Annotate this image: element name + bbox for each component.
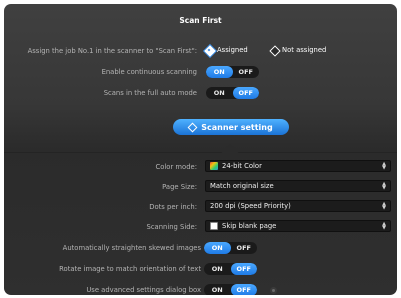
toggle-on[interactable]: ON	[204, 284, 231, 295]
straighten-toggle[interactable]: ON OFF	[204, 242, 257, 254]
select-arrows-icon: ▲ ▼	[382, 201, 386, 211]
page-size-label: Page Size:	[162, 183, 197, 191]
select-arrows-icon: ▲ ▼	[382, 221, 386, 231]
toggle-off[interactable]: OFF	[230, 263, 257, 275]
page-size-select[interactable]: Match original size ▲ ▼	[205, 180, 391, 192]
advanced-toggle[interactable]: ON OFF	[204, 284, 257, 295]
color-palette-icon	[210, 162, 218, 170]
toggle-off[interactable]: OFF	[230, 284, 257, 295]
not-assigned-radio[interactable]: Not assigned	[269, 45, 326, 54]
toggle-on[interactable]: ON	[206, 66, 233, 78]
section-divider	[4, 152, 397, 153]
toggle-on[interactable]: ON	[206, 87, 233, 99]
advanced-label: Use advanced settings dialog box	[86, 286, 201, 294]
toggle-off[interactable]: OFF	[231, 242, 258, 254]
radio-selected-icon	[204, 45, 213, 54]
scan-first-panel: Scan First Assign the job No.1 in the sc…	[4, 4, 397, 295]
dpi-label: Dots per inch:	[149, 203, 197, 211]
scanner-setting-label: Scanner setting	[201, 122, 273, 132]
toggle-off[interactable]: OFF	[232, 87, 259, 99]
dpi-value: 200 dpi (Speed Priority)	[210, 202, 291, 210]
dpi-select[interactable]: 200 dpi (Speed Priority) ▲ ▼	[205, 200, 391, 212]
select-arrows-icon: ▲ ▼	[382, 181, 386, 191]
not-assigned-label: Not assigned	[282, 45, 327, 54]
full-auto-label: Scans in the full auto mode	[103, 89, 197, 97]
color-mode-value: 24-bit Color	[222, 162, 262, 170]
diamond-icon	[187, 122, 198, 132]
continuous-label: Enable continuous scanning	[101, 68, 197, 76]
color-mode-label: Color mode:	[155, 163, 197, 171]
rotate-label: Rotate image to match orientation of tex…	[59, 265, 201, 273]
assign-label: Assign the job No.1 in the scanner to "S…	[27, 47, 197, 55]
section-notch	[221, 143, 239, 161]
side-value: Skip blank page	[222, 222, 277, 230]
toggle-off[interactable]: OFF	[233, 66, 260, 78]
page-size-value: Match original size	[210, 182, 274, 190]
toggle-on[interactable]: ON	[204, 263, 231, 275]
page-icon	[210, 222, 218, 230]
assigned-label: Assigned	[217, 45, 248, 54]
color-mode-select[interactable]: 24-bit Color ▲ ▼	[205, 160, 391, 172]
toggle-on[interactable]: ON	[204, 242, 231, 254]
panel-title: Scan First	[179, 16, 222, 25]
side-label: Scanning Side:	[146, 223, 198, 231]
side-select[interactable]: Skip blank page ▲ ▼	[205, 220, 391, 232]
continuous-toggle[interactable]: ON OFF	[206, 66, 259, 78]
radio-unselected-icon	[269, 45, 278, 54]
straighten-label: Automatically straighten skewed images	[62, 244, 201, 252]
gear-icon[interactable]	[270, 287, 277, 294]
full-auto-toggle[interactable]: ON OFF	[206, 87, 259, 99]
assigned-radio[interactable]: Assigned	[204, 45, 248, 54]
scanner-setting-button[interactable]: Scanner setting	[173, 119, 289, 135]
rotate-toggle[interactable]: ON OFF	[204, 263, 257, 275]
select-arrows-icon: ▲ ▼	[382, 161, 386, 171]
